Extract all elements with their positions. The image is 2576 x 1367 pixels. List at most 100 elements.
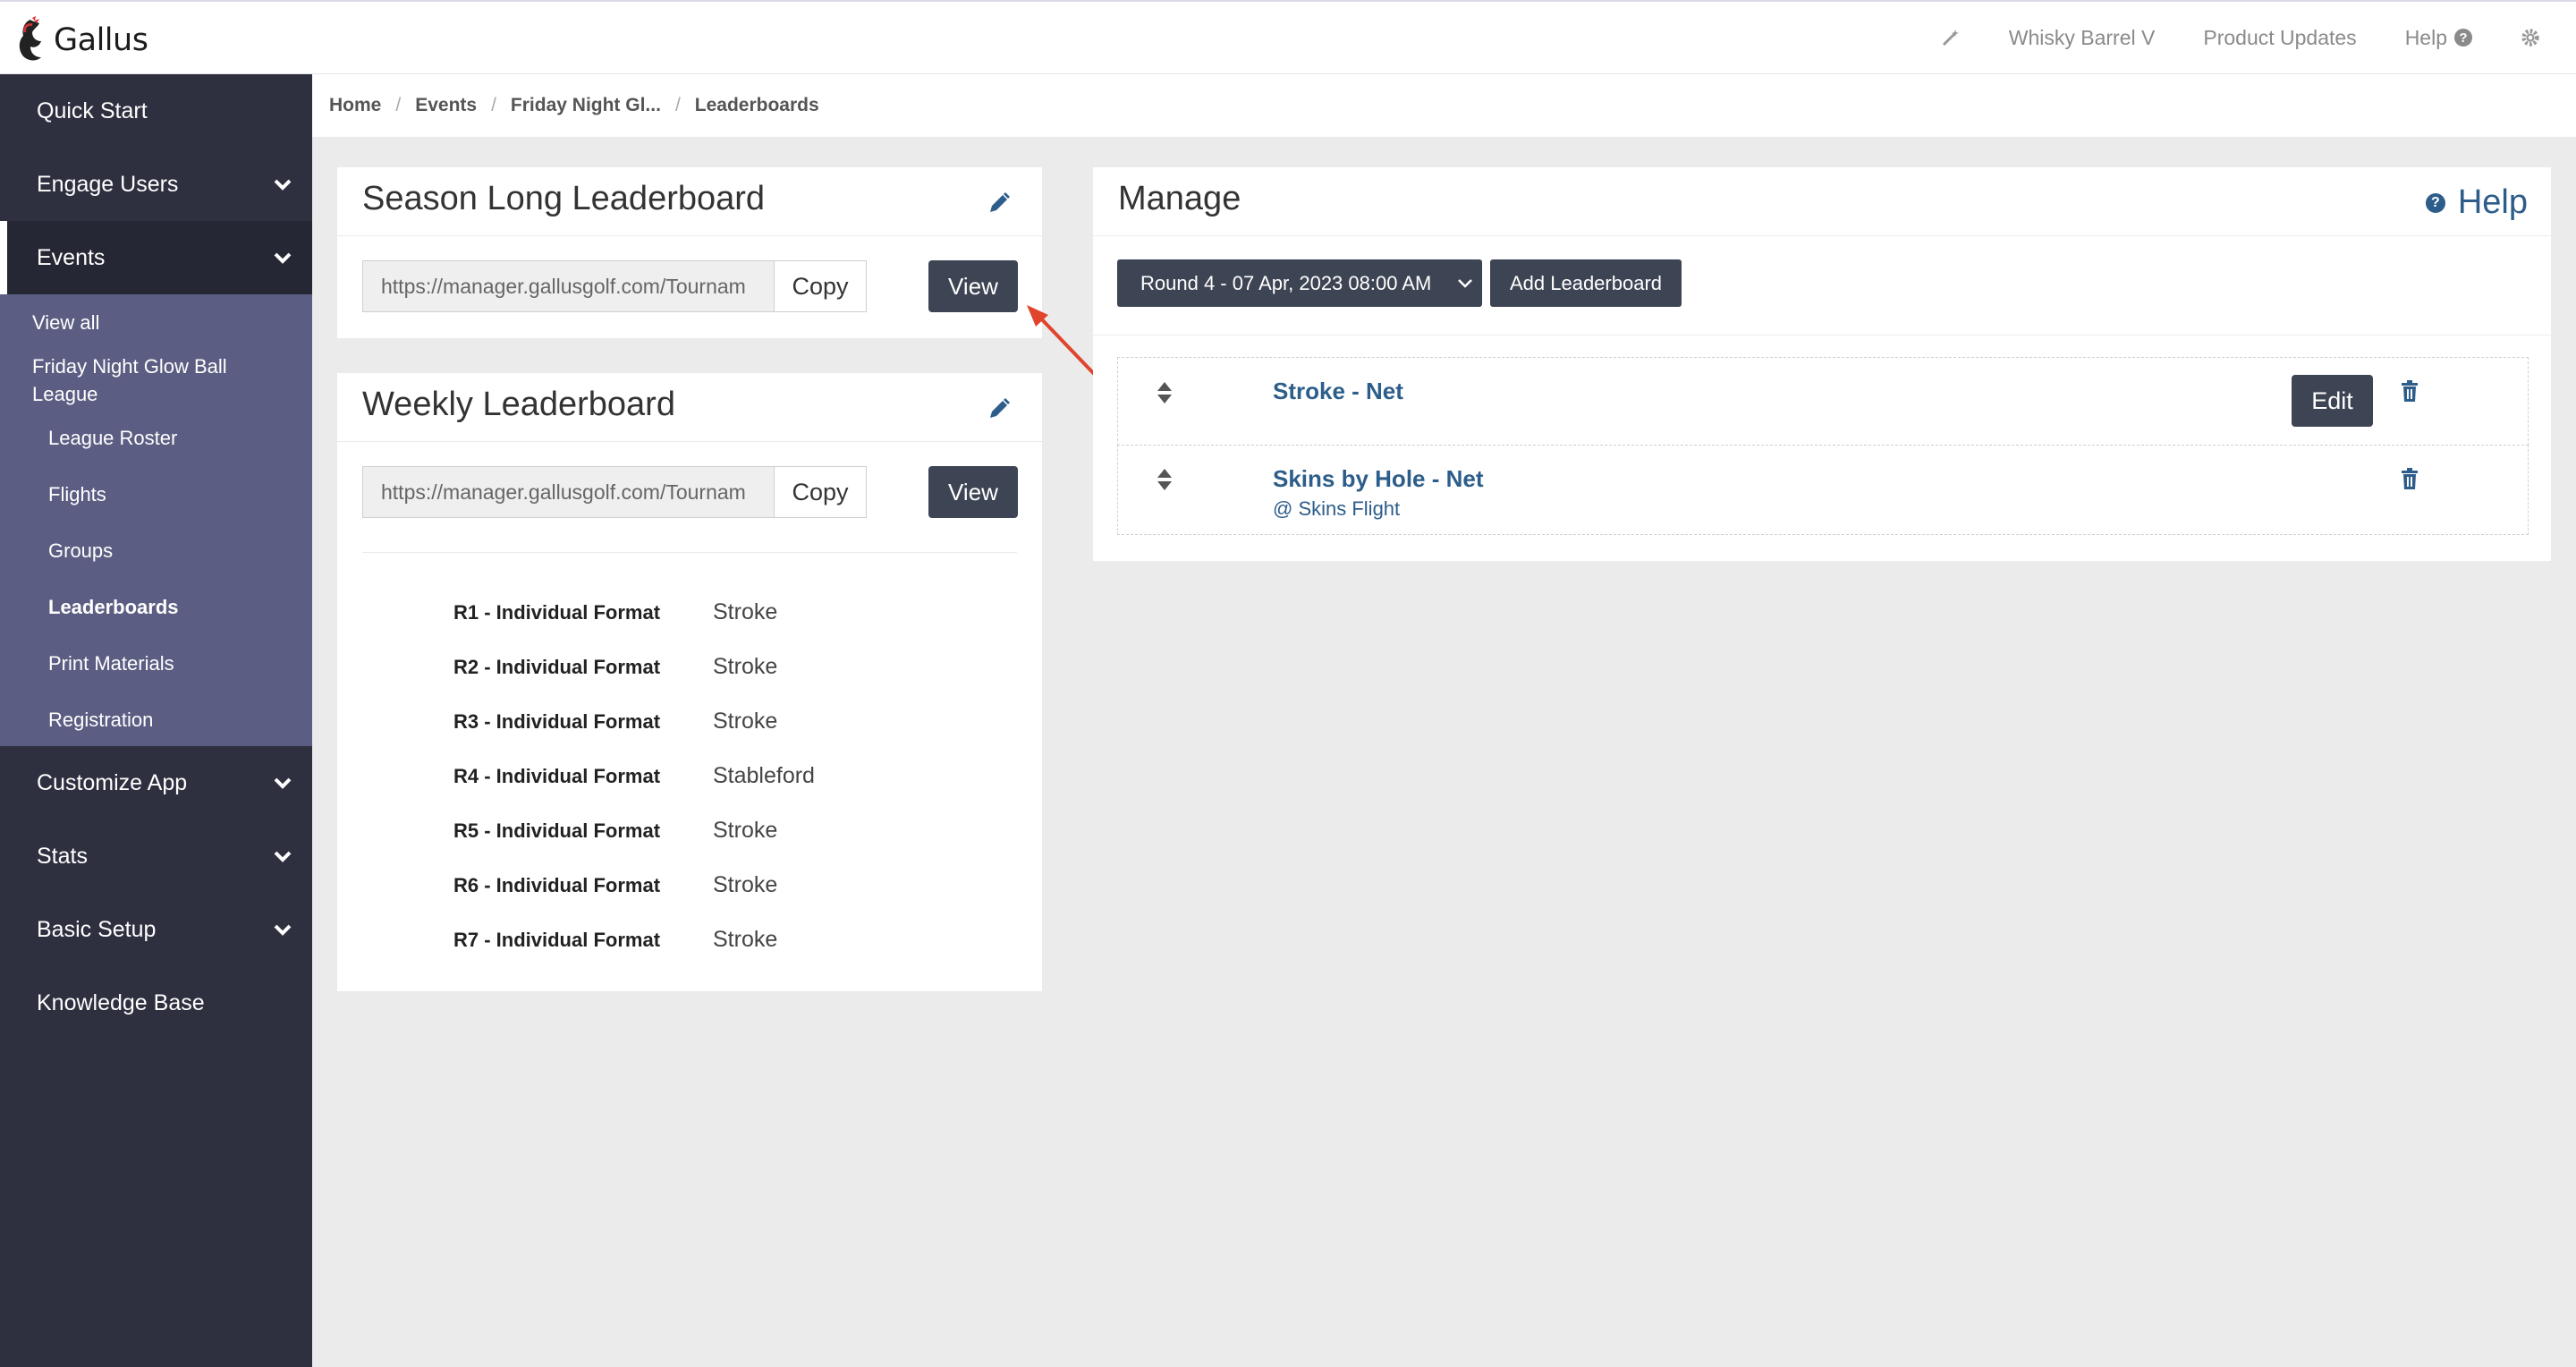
round-row: R5 - Individual Format Stroke: [453, 803, 815, 858]
round-format: Stableford: [713, 763, 815, 788]
sidebar-item-stats[interactable]: Stats: [0, 819, 312, 893]
help-label: Help: [2404, 25, 2447, 49]
breadcrumb-separator: /: [395, 95, 402, 115]
chevron-down-icon: [274, 777, 292, 789]
leaderboard-name-link[interactable]: Stroke - Net: [1273, 378, 1403, 405]
sidebar-item-basic-setup[interactable]: Basic Setup: [0, 893, 312, 966]
divider: [1093, 235, 2551, 236]
question-circle-icon: ?: [2425, 192, 2445, 213]
leaderboard-url-field[interactable]: https://manager.gallusgolf.com/Tournam: [362, 260, 774, 312]
divider: [337, 235, 1042, 236]
edit-button[interactable]: Edit: [2292, 375, 2373, 427]
round-format: Stroke: [713, 709, 778, 734]
sort-handle-icon[interactable]: [1156, 468, 1174, 491]
pencil-icon[interactable]: [987, 191, 1012, 216]
add-leaderboard-button[interactable]: Add Leaderboard: [1490, 259, 1682, 307]
sidebar-item-label: Engage Users: [37, 171, 179, 197]
manage-panel: Manage ? Help Round 4 - 07 Apr, 2023 08:…: [1093, 167, 2551, 561]
round-select[interactable]: Round 4 - 07 Apr, 2023 08:00 AM: [1117, 259, 1482, 307]
help-menu[interactable]: Help ?: [2405, 26, 2472, 50]
round-label: R2 - Individual Format: [453, 655, 661, 678]
breadcrumb-event[interactable]: Friday Night Gl...: [511, 95, 661, 116]
sidebar-item-label: Stats: [37, 843, 88, 869]
chevron-down-icon: [274, 924, 292, 936]
round-row: R4 - Individual Format Stableford: [453, 749, 815, 803]
sidebar-item-label: Knowledge Base: [37, 989, 205, 1015]
breadcrumb: Home / Events / Friday Night Gl... / Lea…: [312, 74, 2576, 137]
sidebar-subitem-event[interactable]: Friday Night Glow Ball League: [0, 352, 268, 424]
sidebar-subitem-flights[interactable]: Flights: [0, 480, 312, 537]
copy-button[interactable]: Copy: [774, 466, 867, 518]
weekly-leaderboard-panel: Weekly Leaderboard https://manager.gallu…: [337, 373, 1042, 991]
round-format: Stroke: [713, 872, 778, 897]
top-bar: Gallus Whisky Barrel V Product Updates H…: [0, 0, 2576, 74]
sidebar-subitem-view-all[interactable]: View all: [0, 303, 312, 352]
chevron-down-icon: [274, 252, 292, 264]
breadcrumb-events[interactable]: Events: [415, 95, 477, 116]
breadcrumb-home[interactable]: Home: [329, 95, 381, 116]
sidebar-item-customize-app[interactable]: Customize App: [0, 746, 312, 819]
sidebar-item-label: Customize App: [37, 769, 188, 795]
pencil-icon[interactable]: [987, 396, 1012, 421]
round-label: R6 - Individual Format: [453, 873, 661, 896]
sidebar-subitem-groups[interactable]: Groups: [0, 537, 312, 593]
divider: [362, 552, 1017, 553]
view-button[interactable]: View: [928, 260, 1018, 312]
breadcrumb-separator: /: [491, 95, 496, 115]
gear-icon[interactable]: [2521, 28, 2540, 47]
sidebar-item-knowledge-base[interactable]: Knowledge Base: [0, 966, 312, 1040]
sidebar-item-engage-users[interactable]: Engage Users: [0, 148, 312, 221]
events-submenu: View all Friday Night Glow Ball League L…: [0, 294, 312, 746]
round-row: R6 - Individual Format Stroke: [453, 858, 815, 913]
sidebar-subitem-registration[interactable]: Registration: [0, 706, 312, 739]
sidebar-subitem-leaderboards[interactable]: Leaderboards: [0, 593, 312, 650]
round-format: Stroke: [713, 927, 778, 952]
brand-name: Gallus: [54, 22, 148, 58]
chevron-down-icon: [1458, 279, 1472, 288]
sidebar: Quick Start Engage Users Events View all…: [0, 74, 312, 1367]
panel-title: Weekly Leaderboard: [362, 386, 675, 423]
leaderboard-flight-link[interactable]: @ Skins Flight: [1273, 497, 1400, 521]
trash-icon[interactable]: [2400, 379, 2419, 403]
panel-title: Manage: [1118, 180, 1241, 217]
round-row: R7 - Individual Format Stroke: [453, 913, 815, 967]
sidebar-item-label: Quick Start: [37, 98, 148, 123]
round-row: R1 - Individual Format Stroke: [453, 585, 815, 640]
chevron-down-icon: [274, 179, 292, 191]
help-link-label: Help: [2457, 183, 2528, 221]
sidebar-item-events[interactable]: Events: [0, 221, 312, 294]
sort-handle-icon[interactable]: [1156, 381, 1174, 404]
round-label: R7 - Individual Format: [453, 928, 661, 951]
sidebar-item-quick-start[interactable]: Quick Start: [0, 74, 312, 148]
question-circle-icon: ?: [2454, 29, 2472, 47]
sidebar-subitem-print-materials[interactable]: Print Materials: [0, 650, 312, 706]
chevron-down-icon: [274, 851, 292, 862]
url-row: https://manager.gallusgolf.com/Tournam C…: [362, 260, 867, 312]
trash-icon[interactable]: [2400, 467, 2419, 490]
round-label: R4 - Individual Format: [453, 764, 661, 787]
org-switcher[interactable]: Whisky Barrel V: [2009, 26, 2156, 50]
round-format: Stroke: [713, 654, 778, 679]
help-link[interactable]: ? Help: [2425, 183, 2528, 222]
leaderboard-url-field[interactable]: https://manager.gallusgolf.com/Tournam: [362, 466, 774, 518]
panel-title: Season Long Leaderboard: [362, 180, 766, 217]
leaderboard-row: Skins by Hole - Net @ Skins Flight: [1117, 445, 2529, 535]
product-updates-link[interactable]: Product Updates: [2203, 26, 2356, 50]
round-select-value: Round 4 - 07 Apr, 2023 08:00 AM: [1140, 271, 1432, 294]
leaderboard-name-link[interactable]: Skins by Hole - Net: [1273, 465, 1484, 493]
round-row: R2 - Individual Format Stroke: [453, 640, 815, 694]
round-label: R1 - Individual Format: [453, 600, 661, 624]
round-row: R3 - Individual Format Stroke: [453, 694, 815, 749]
divider: [337, 441, 1042, 442]
breadcrumb-separator: /: [674, 95, 681, 115]
sidebar-subitem-league-roster[interactable]: League Roster: [0, 424, 312, 480]
copy-button[interactable]: Copy: [774, 260, 867, 312]
brand-logo[interactable]: Gallus: [13, 16, 148, 64]
magic-wand-icon[interactable]: [1941, 28, 1961, 47]
sidebar-item-label: Events: [37, 244, 106, 270]
round-format: Stroke: [713, 599, 778, 624]
season-leaderboard-panel: Season Long Leaderboard https://manager.…: [337, 167, 1042, 338]
round-label: R5 - Individual Format: [453, 819, 661, 842]
url-row: https://manager.gallusgolf.com/Tournam C…: [362, 466, 867, 518]
view-button[interactable]: View: [928, 466, 1018, 518]
